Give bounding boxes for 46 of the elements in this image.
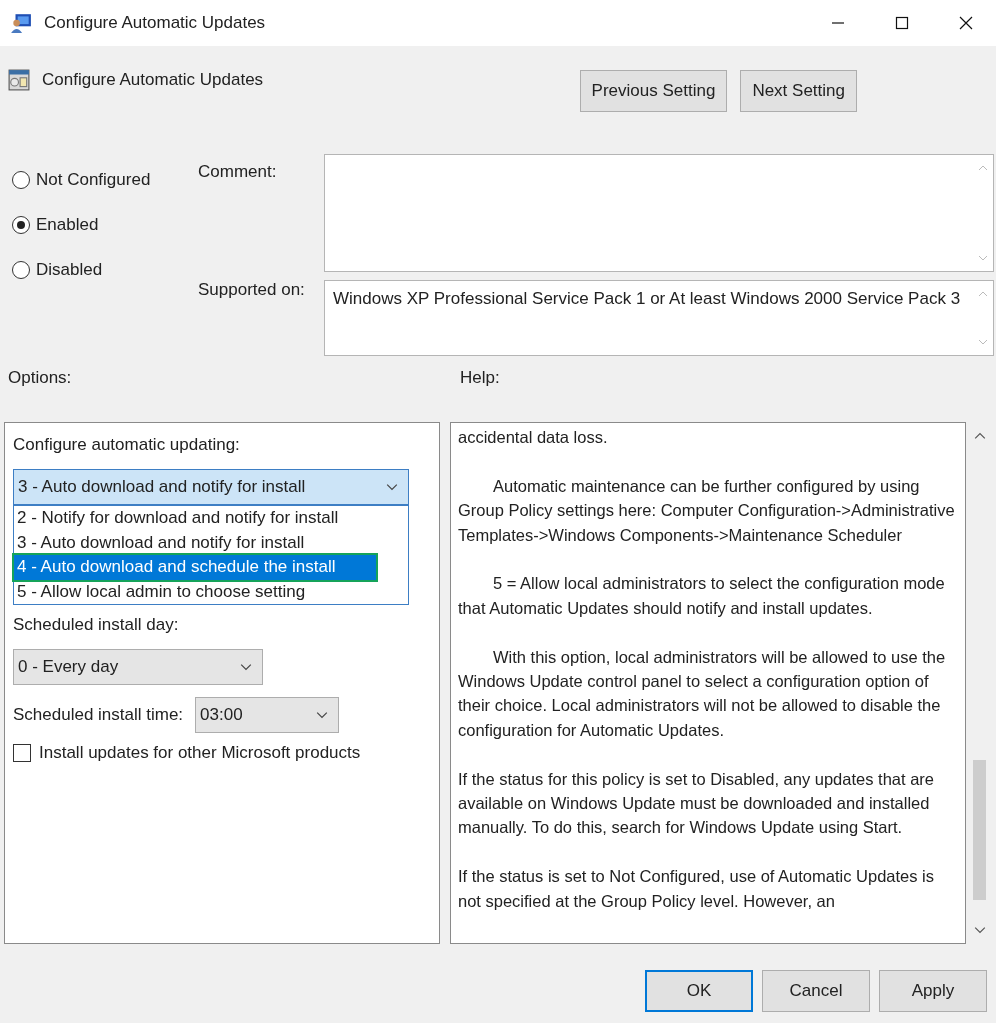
scroll-down-icon[interactable] (974, 926, 986, 934)
help-paragraph: If the status for this policy is set to Disabled, any updates that are available on Windows Update must be downloaded and installed manually. To do this, search for Windows Update using Start. (458, 768, 935, 839)
dialog-button[interactable]: Apply (879, 970, 987, 1012)
help-label: Help: (460, 368, 500, 389)
dialog-button[interactable]: OK (645, 970, 753, 1012)
radio-label[interactable]: Disabled (36, 260, 103, 280)
dropdown-option[interactable]: 4 - Auto download and schedule the install (14, 555, 376, 580)
nav-button[interactable]: Previous Setting (579, 70, 728, 112)
checkbox[interactable] (13, 744, 31, 762)
radio-label[interactable]: Not Configured (36, 170, 151, 190)
supported-on-text: Windows XP Professional Service Pack 1 or At least Windows 2000 Service Pack 3 (332, 288, 962, 310)
radio-button[interactable] (12, 216, 30, 234)
policy-settings-icon (8, 69, 30, 91)
supported-on-label: Supported on: (198, 280, 306, 301)
dialog-button[interactable]: Cancel (762, 970, 870, 1012)
updating-label: Configure automatic updating: (13, 435, 240, 455)
install-day-dropdown[interactable]: 0 - Every day (13, 649, 263, 685)
maximize-icon[interactable] (894, 15, 910, 31)
dropdown-option[interactable]: 2 - Notify for download and notify for install (14, 506, 408, 531)
radio-button[interactable] (12, 171, 30, 189)
chevron-down-icon (240, 663, 252, 671)
scroll-up-icon[interactable] (974, 432, 986, 440)
close-icon[interactable] (958, 15, 974, 31)
help-paragraph: If the status is set to Not Configured, use of Automatic Updates is not specified at the Group Policy level. However, an (458, 866, 935, 912)
comment-label: Comment: (198, 162, 278, 183)
install-day-label: Scheduled install day: (13, 615, 179, 635)
help-paragraph: With this option, local administrators will be allowed to use the Windows Update control panel to select a configuration option of their choice. Local administrators will not be allowed to disable the configuration for Automatic Updates. (458, 646, 947, 741)
help-paragraph: 5 = Allow local administrators to select the configuration mode that Automatic Updates should notify and install updates. (458, 573, 946, 619)
window-title: Configure Automatic Updates (44, 13, 266, 33)
help-paragraph: Automatic maintenance can be further configured by using Group Policy settings here: Computer Configuration->Administrative Templates->Windows Components->Maintenance Scheduler (458, 475, 956, 546)
radio-label[interactable]: Enabled (36, 215, 99, 235)
help-paragraph: accidental data loss. (458, 427, 609, 448)
radio-button[interactable] (12, 261, 30, 279)
options-label: Options: (8, 368, 73, 389)
dropdown-option[interactable]: 3 - Auto download and notify for install (14, 530, 408, 555)
install-time-label: Scheduled install time: (13, 705, 184, 725)
updating-dropdown[interactable]: 3 - Auto download and notify for install (13, 469, 409, 505)
policy-name: Configure Automatic Updates (42, 70, 264, 90)
computer-user-icon (10, 12, 32, 34)
scrollbar-thumb[interactable] (973, 760, 986, 900)
other-products-label: Install updates for other Microsoft products (39, 743, 361, 763)
dropdown-option[interactable]: 5 - Allow local admin to choose setting (14, 579, 408, 604)
nav-button[interactable]: Next Setting (740, 70, 857, 112)
chevron-down-icon (386, 483, 398, 491)
chevron-down-icon (316, 711, 329, 719)
install-time-dropdown[interactable]: 03:00 (195, 697, 340, 733)
